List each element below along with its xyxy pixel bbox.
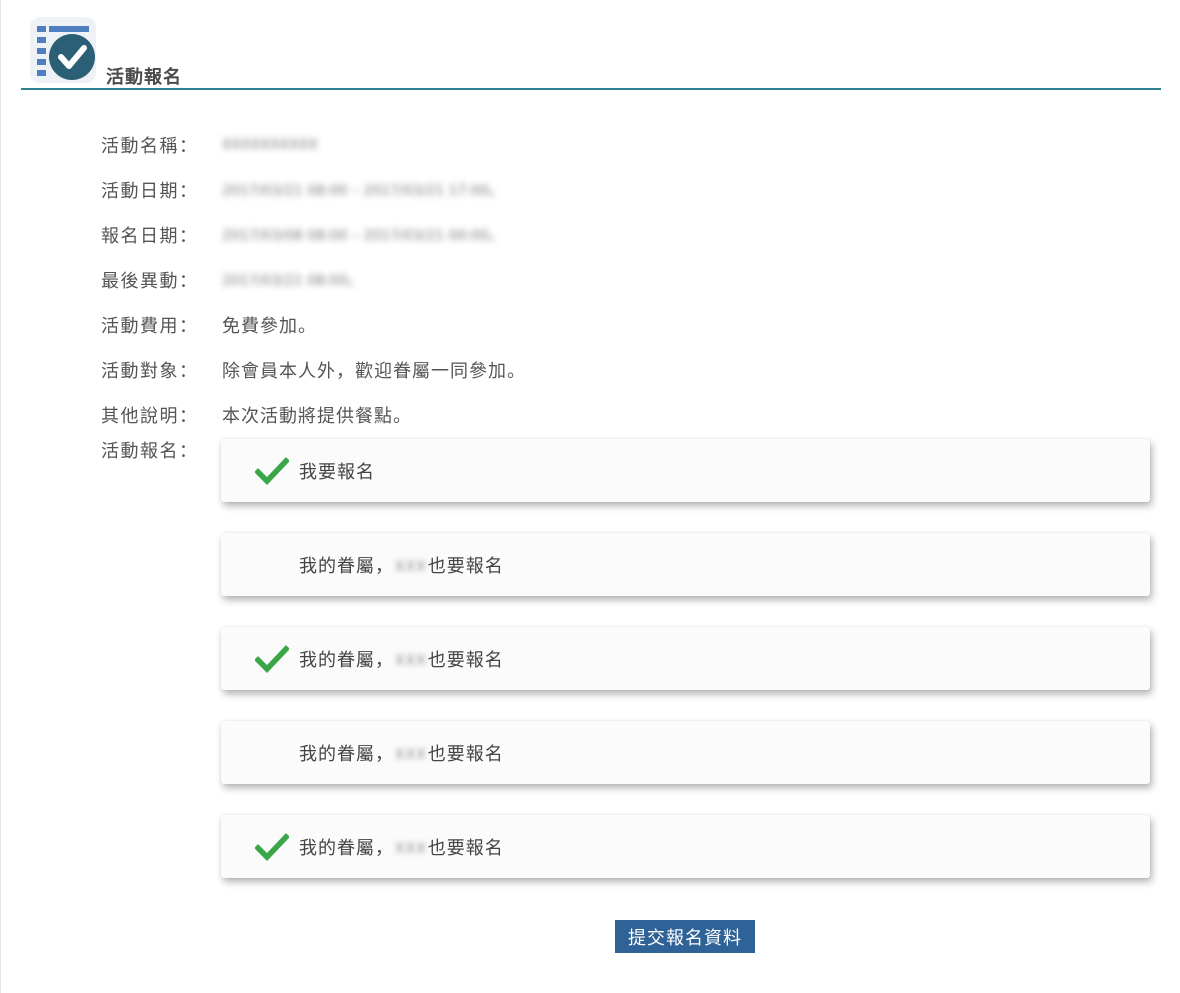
info-value: 本次活動將提供餐點。 xyxy=(222,405,412,427)
option-label: 我的眷屬，XXX也要報名 xyxy=(299,743,504,765)
info-label: 活動日期： xyxy=(101,180,199,202)
option-family-register-4[interactable]: 我的眷屬，XXX也要報名 xyxy=(221,815,1150,878)
info-value: XXXXXXXXXX xyxy=(222,136,318,153)
info-value: 2017/03/21 08:00。 xyxy=(222,272,362,289)
info-value: 2017/03/21 08:00 – 2017/03/21 17:00。 xyxy=(222,182,503,199)
page-title: 活動報名 xyxy=(106,67,182,88)
registration-options: 我要報名 我的眷屬，XXX也要報名 我的眷屬，XXX也要報名 我的眷屬，XXX也… xyxy=(221,439,1150,909)
option-self-register[interactable]: 我要報名 xyxy=(221,439,1150,502)
info-row-notes: 其他說明： 本次活動將提供餐點。 xyxy=(101,392,526,437)
option-family-register-3[interactable]: 我的眷屬，XXX也要報名 xyxy=(221,721,1150,784)
registration-label: 活動報名： xyxy=(101,441,199,462)
checkmark-icon xyxy=(255,644,289,673)
info-value: 2017/03/08 08:00 – 2017/03/21 00:00。 xyxy=(222,227,503,244)
family-member-name: XXX xyxy=(395,746,427,763)
info-label: 最後異動： xyxy=(101,270,199,292)
checkmark-icon xyxy=(255,832,289,861)
info-label: 活動名稱： xyxy=(101,135,199,157)
family-member-name: XXX xyxy=(395,840,427,857)
option-family-register-2[interactable]: 我的眷屬，XXX也要報名 xyxy=(221,627,1150,690)
info-label: 活動對象： xyxy=(101,360,199,382)
info-row-event-name: 活動名稱： XXXXXXXXXX xyxy=(101,122,526,167)
page-left-border xyxy=(0,0,1,993)
family-member-name: XXX xyxy=(395,558,427,575)
info-label: 活動費用： xyxy=(101,315,199,337)
info-row-last-modified: 最後異動： 2017/03/21 08:00。 xyxy=(101,257,526,302)
option-label: 我要報名 xyxy=(299,461,375,483)
family-member-name: XXX xyxy=(395,652,427,669)
info-value: 免費參加。 xyxy=(222,315,317,337)
option-label: 我的眷屬，XXX也要報名 xyxy=(299,555,504,577)
info-row-registration-date: 報名日期： 2017/03/08 08:00 – 2017/03/21 00:0… xyxy=(101,212,526,257)
info-row-audience: 活動對象： 除會員本人外，歡迎眷屬一同參加。 xyxy=(101,347,526,392)
info-label: 其他說明： xyxy=(101,405,199,427)
option-label: 我的眷屬，XXX也要報名 xyxy=(299,837,504,859)
checkmark-icon xyxy=(255,456,289,485)
option-label: 我的眷屬，XXX也要報名 xyxy=(299,649,504,671)
event-info: 活動名稱： XXXXXXXXXX 活動日期： 2017/03/21 08:00 … xyxy=(101,122,526,437)
page-header: 活動報名 xyxy=(21,14,1161,90)
checklist-check-icon xyxy=(30,17,96,83)
info-label: 報名日期： xyxy=(101,225,199,247)
submit-registration-button[interactable]: 提交報名資料 xyxy=(615,920,755,953)
option-family-register-1[interactable]: 我的眷屬，XXX也要報名 xyxy=(221,533,1150,596)
info-row-fee: 活動費用： 免費參加。 xyxy=(101,302,526,347)
info-value: 除會員本人外，歡迎眷屬一同參加。 xyxy=(222,360,526,382)
info-row-event-date: 活動日期： 2017/03/21 08:00 – 2017/03/21 17:0… xyxy=(101,167,526,212)
